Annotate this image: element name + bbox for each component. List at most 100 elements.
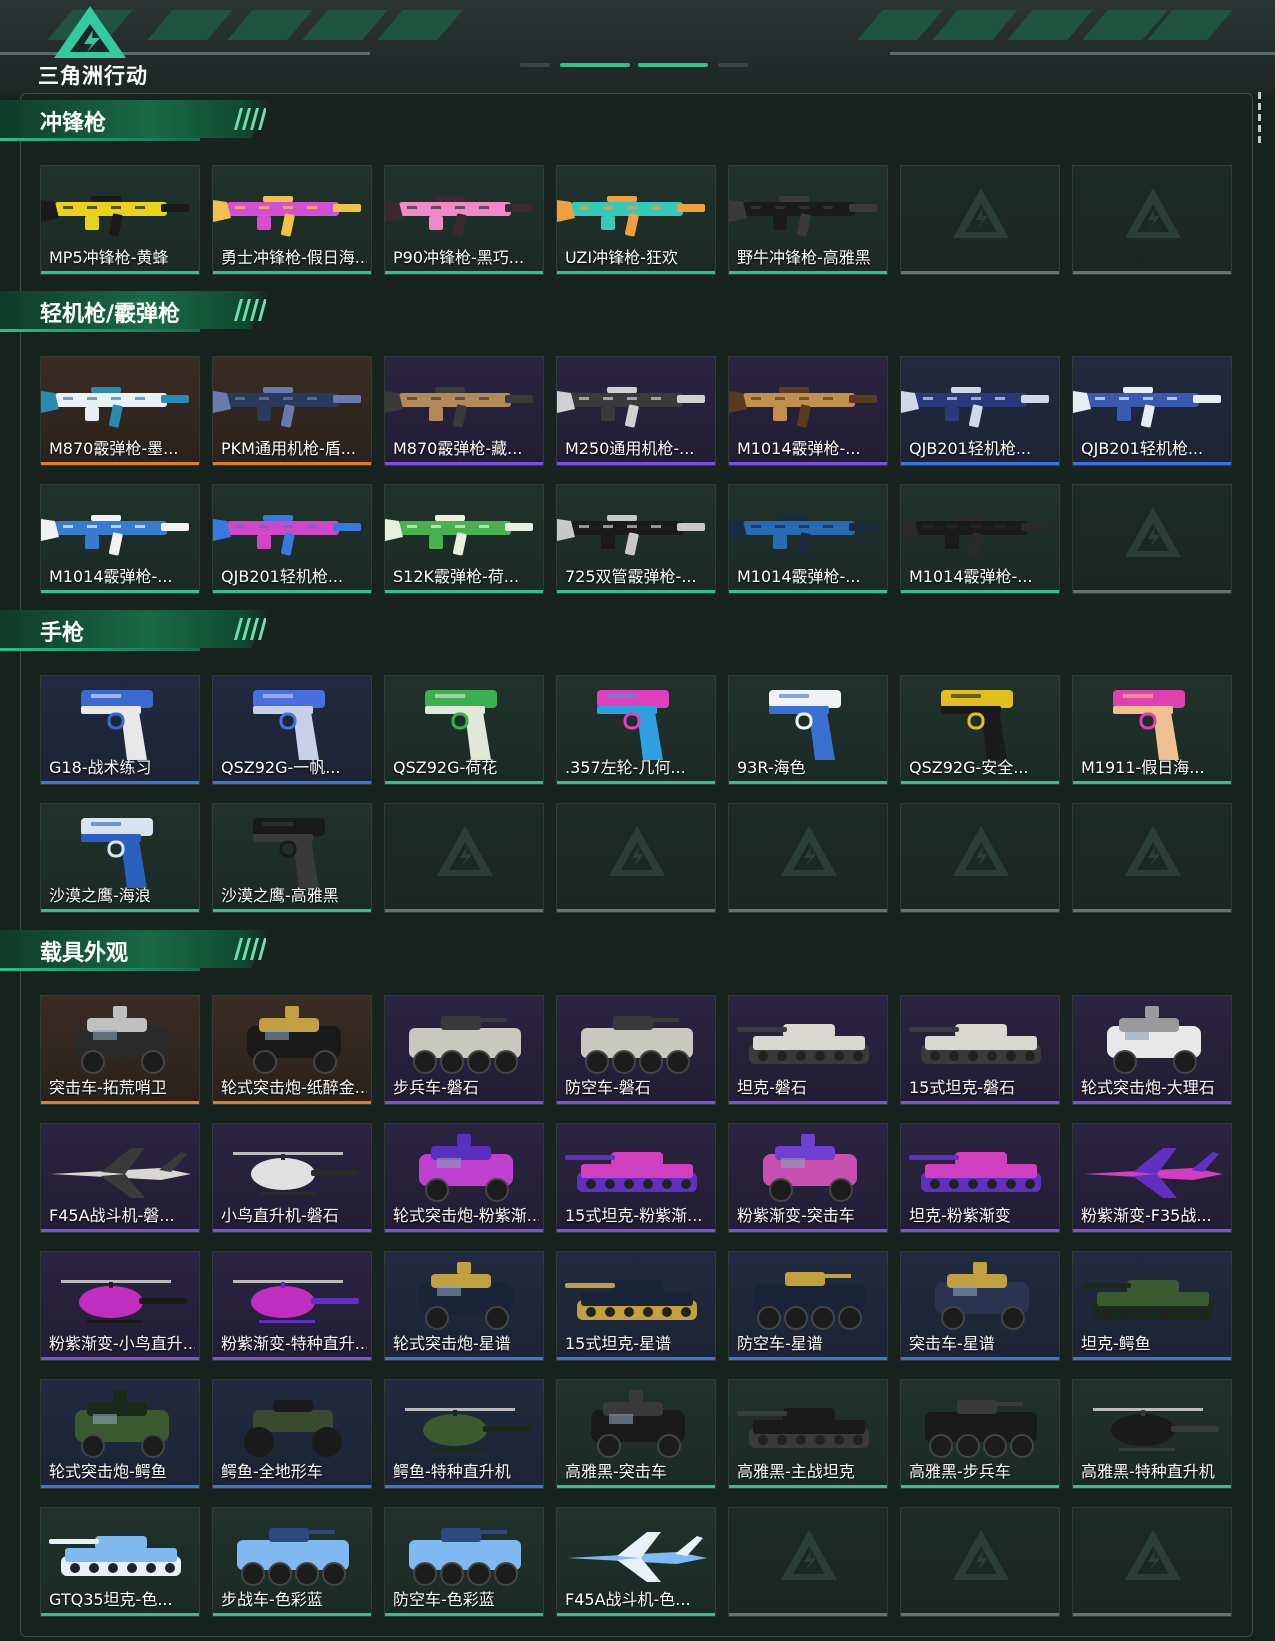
empty-slot xyxy=(1072,803,1232,913)
item-card[interactable]: 沙漠之鹰-海浪 xyxy=(40,803,200,913)
item-card[interactable]: 防空车-色彩蓝 xyxy=(384,1507,544,1617)
quality-bar xyxy=(1073,781,1231,784)
item-card[interactable]: 鳄鱼-全地形车 xyxy=(212,1379,372,1489)
weapon-skin-image xyxy=(557,196,705,237)
item-card[interactable]: 勇士冲锋枪-假日海... xyxy=(212,165,372,275)
item-card[interactable]: QSZ92G-荷花 xyxy=(384,675,544,785)
item-card[interactable]: 15式坦克-粉紫渐... xyxy=(556,1123,716,1233)
weapon-skin-image xyxy=(253,690,325,760)
item-card[interactable]: G18-战术练习 xyxy=(40,675,200,785)
item-name: 坦克-磐石 xyxy=(737,1078,807,1097)
item-card[interactable]: 小鸟直升机-磐石 xyxy=(212,1123,372,1233)
vehicle-skin-image xyxy=(49,1536,181,1576)
item-card[interactable]: 步战车-色彩蓝 xyxy=(212,1507,372,1617)
item-card[interactable]: 高雅黑-步兵车 xyxy=(900,1379,1060,1489)
item-card[interactable]: QSZ92G-一帆... xyxy=(212,675,372,785)
item-name: M870霰弹枪-藏... xyxy=(393,439,523,458)
item-card[interactable]: 防空车-星谱 xyxy=(728,1251,888,1361)
vehicle-skin-image xyxy=(565,1280,697,1320)
item-card[interactable]: 轮式突击炮-粉紫渐... xyxy=(384,1123,544,1233)
item-card[interactable]: 粉紫渐变-突击车 xyxy=(728,1123,888,1233)
item-card[interactable]: .357左轮-几何... xyxy=(556,675,716,785)
quality-bar xyxy=(213,590,371,593)
quality-bar xyxy=(901,1229,1059,1232)
item-card[interactable]: 野牛冲锋枪-高雅黑 xyxy=(728,165,888,275)
item-name: P90冲锋枪-黑巧... xyxy=(393,248,525,267)
item-card[interactable]: 轮式突击炮-纸醉金... xyxy=(212,995,372,1105)
item-card[interactable]: M870霰弹枪-墨... xyxy=(40,356,200,466)
item-card[interactable]: 粉紫渐变-特种直升... xyxy=(212,1251,372,1361)
item-card[interactable]: M1014霰弹枪-... xyxy=(40,484,200,594)
weapon-skin-image xyxy=(729,387,877,428)
vehicle-skin-image xyxy=(925,1400,1037,1458)
item-card[interactable]: P90冲锋枪-黑巧... xyxy=(384,165,544,275)
item-card[interactable]: 粉紫渐变-F35战... xyxy=(1072,1123,1232,1233)
item-card[interactable]: GTQ35坦克-色... xyxy=(40,1507,200,1617)
item-card[interactable]: 轮式突击炮-星谱 xyxy=(384,1251,544,1361)
item-card[interactable]: M870霰弹枪-藏... xyxy=(384,356,544,466)
vehicle-skin-image xyxy=(244,1400,342,1457)
quality-bar xyxy=(557,1613,715,1616)
item-card[interactable]: QJB201轻机枪... xyxy=(900,356,1060,466)
item-card[interactable]: 鳄鱼-特种直升机 xyxy=(384,1379,544,1489)
item-card[interactable]: 93R-海色 xyxy=(728,675,888,785)
empty-slot xyxy=(728,1507,888,1617)
item-name: 轮式突击炮-粉紫渐... xyxy=(393,1206,539,1225)
vehicle-skin-image xyxy=(409,1528,521,1586)
quality-bar xyxy=(557,909,715,912)
item-name: 粉紫渐变-突击车 xyxy=(737,1206,855,1225)
item-card[interactable]: M250通用机枪-... xyxy=(556,356,716,466)
item-name: 粉紫渐变-小鸟直升... xyxy=(49,1334,195,1353)
item-card[interactable]: 坦克-鳄鱼 xyxy=(1072,1251,1232,1361)
item-card[interactable]: 粉紫渐变-小鸟直升... xyxy=(40,1251,200,1361)
item-card[interactable]: S12K霰弹枪-荷... xyxy=(384,484,544,594)
weapon-skin-image xyxy=(941,690,1013,760)
item-card[interactable]: 高雅黑-特种直升机 xyxy=(1072,1379,1232,1489)
empty-slot xyxy=(900,1507,1060,1617)
quality-bar xyxy=(557,590,715,593)
item-card[interactable]: QSZ92G-安全... xyxy=(900,675,1060,785)
item-card[interactable]: 高雅黑-主战坦克 xyxy=(728,1379,888,1489)
quality-bar xyxy=(901,909,1059,912)
item-card[interactable]: UZI冲锋枪-狂欢 xyxy=(556,165,716,275)
item-card[interactable]: 沙漠之鹰-高雅黑 xyxy=(212,803,372,913)
item-card[interactable]: M1911-假日海... xyxy=(1072,675,1232,785)
item-card[interactable]: 高雅黑-突击车 xyxy=(556,1379,716,1489)
item-card[interactable]: MP5冲锋枪-黄蜂 xyxy=(40,165,200,275)
item-card[interactable]: 坦克-磐石 xyxy=(728,995,888,1105)
item-card[interactable]: PKM通用机枪-盾... xyxy=(212,356,372,466)
quality-bar xyxy=(557,781,715,784)
item-card[interactable]: 坦克-粉紫渐变 xyxy=(900,1123,1060,1233)
item-card[interactable]: QJB201轻机枪... xyxy=(1072,356,1232,466)
section-title: 轻机枪/霰弹枪 xyxy=(40,302,181,327)
item-card[interactable]: F45A战斗机-色... xyxy=(556,1507,716,1617)
delta-watermark-icon xyxy=(953,188,1009,238)
item-card[interactable]: 突击车-星谱 xyxy=(900,1251,1060,1361)
item-card[interactable]: 突击车-拓荒哨卫 xyxy=(40,995,200,1105)
item-card[interactable]: 15式坦克-星谱 xyxy=(556,1251,716,1361)
item-name: 粉紫渐变-特种直升... xyxy=(221,1334,367,1353)
delta-watermark-icon xyxy=(781,826,837,876)
item-card[interactable]: M1014霰弹枪-... xyxy=(900,484,1060,594)
item-card[interactable]: M1014霰弹枪-... xyxy=(728,356,888,466)
item-card[interactable]: M1014霰弹枪-... xyxy=(728,484,888,594)
vehicle-skin-image xyxy=(419,1262,513,1330)
item-card[interactable]: 15式坦克-磐石 xyxy=(900,995,1060,1105)
item-card[interactable]: 轮式突击炮-大理石 xyxy=(1072,995,1232,1105)
quality-bar xyxy=(901,781,1059,784)
scrollbar[interactable] xyxy=(1258,92,1262,152)
item-card[interactable]: 步兵车-磐石 xyxy=(384,995,544,1105)
weapon-skin-image xyxy=(41,515,189,556)
item-name: 93R-海色 xyxy=(737,758,806,777)
item-name: QJB201轻机枪... xyxy=(909,439,1032,458)
item-card[interactable]: 轮式突击炮-鳄鱼 xyxy=(40,1379,200,1489)
weapon-skin-image xyxy=(769,690,841,760)
vehicle-skin-image xyxy=(1083,1148,1223,1198)
item-card[interactable]: 防空车-磐石 xyxy=(556,995,716,1105)
item-card[interactable]: 725双管霰弹枪-... xyxy=(556,484,716,594)
item-card[interactable]: QJB201轻机枪... xyxy=(212,484,372,594)
quality-bar xyxy=(385,590,543,593)
vehicle-skin-image xyxy=(567,1532,707,1582)
item-card[interactable]: F45A战斗机-磐... xyxy=(40,1123,200,1233)
item-name: 鳄鱼-全地形车 xyxy=(221,1462,323,1481)
